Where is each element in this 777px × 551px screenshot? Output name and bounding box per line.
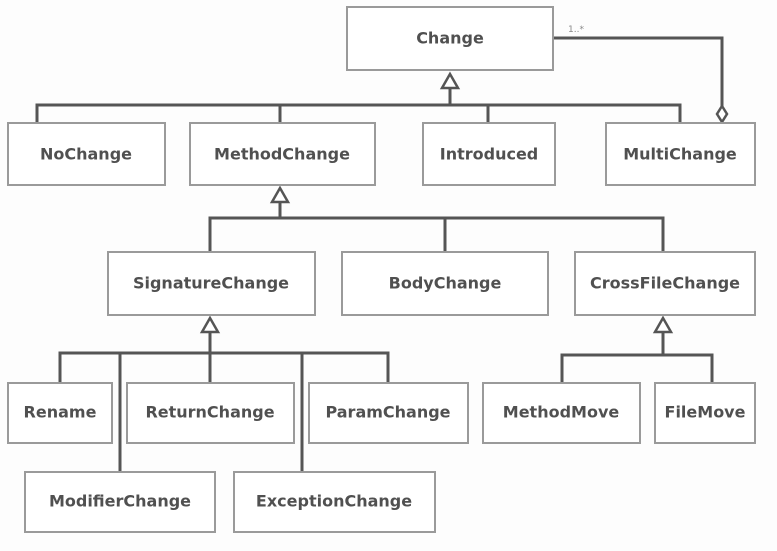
class-label: ParamChange xyxy=(325,403,450,422)
uml-class-diagram: 1..* Change NoChange MethodChange Introd… xyxy=(0,0,777,551)
class-label: CrossFileChange xyxy=(590,274,740,293)
class-methodmove: MethodMove xyxy=(482,382,641,444)
class-signaturechange: SignatureChange xyxy=(107,251,316,316)
inheritance-methodchange xyxy=(208,202,665,252)
class-paramchange: ParamChange xyxy=(308,382,469,444)
class-label: Rename xyxy=(24,403,97,422)
class-bodychange: BodyChange xyxy=(341,251,549,316)
class-rename: Rename xyxy=(7,382,113,444)
class-label: FileMove xyxy=(665,403,746,422)
aggregation-line xyxy=(553,36,724,108)
inheritance-crossfilechange xyxy=(560,332,714,383)
aggregation-diamond-icon xyxy=(715,103,729,125)
class-label: SignatureChange xyxy=(133,274,289,293)
inheritance-arrow-icon xyxy=(652,315,674,334)
inheritance-arrow-icon xyxy=(439,71,461,90)
class-label: MethodMove xyxy=(503,403,620,422)
class-label: Change xyxy=(416,29,484,48)
class-label: BodyChange xyxy=(389,274,502,293)
class-nochange: NoChange xyxy=(7,122,166,186)
class-label: MultiChange xyxy=(623,145,737,164)
class-label: NoChange xyxy=(40,145,132,164)
class-filemove: FileMove xyxy=(654,382,756,444)
class-label: ReturnChange xyxy=(145,403,274,422)
class-label: ModifierChange xyxy=(49,492,191,511)
class-introduced: Introduced xyxy=(422,122,556,186)
inheritance-arrow-icon xyxy=(199,315,221,334)
class-label: ExceptionChange xyxy=(256,492,412,511)
class-label: Introduced xyxy=(440,145,539,164)
multiplicity-label: 1..* xyxy=(568,25,584,35)
class-returnchange: ReturnChange xyxy=(126,382,295,444)
class-multichange: MultiChange xyxy=(605,122,756,186)
inheritance-change xyxy=(35,88,682,123)
inheritance-arrow-icon xyxy=(269,185,291,204)
class-label: MethodChange xyxy=(214,145,350,164)
class-exceptionchange: ExceptionChange xyxy=(233,471,436,533)
class-change: Change xyxy=(346,6,554,71)
class-methodchange: MethodChange xyxy=(189,122,376,186)
class-modifierchange: ModifierChange xyxy=(24,471,216,533)
class-crossfilechange: CrossFileChange xyxy=(574,251,756,316)
